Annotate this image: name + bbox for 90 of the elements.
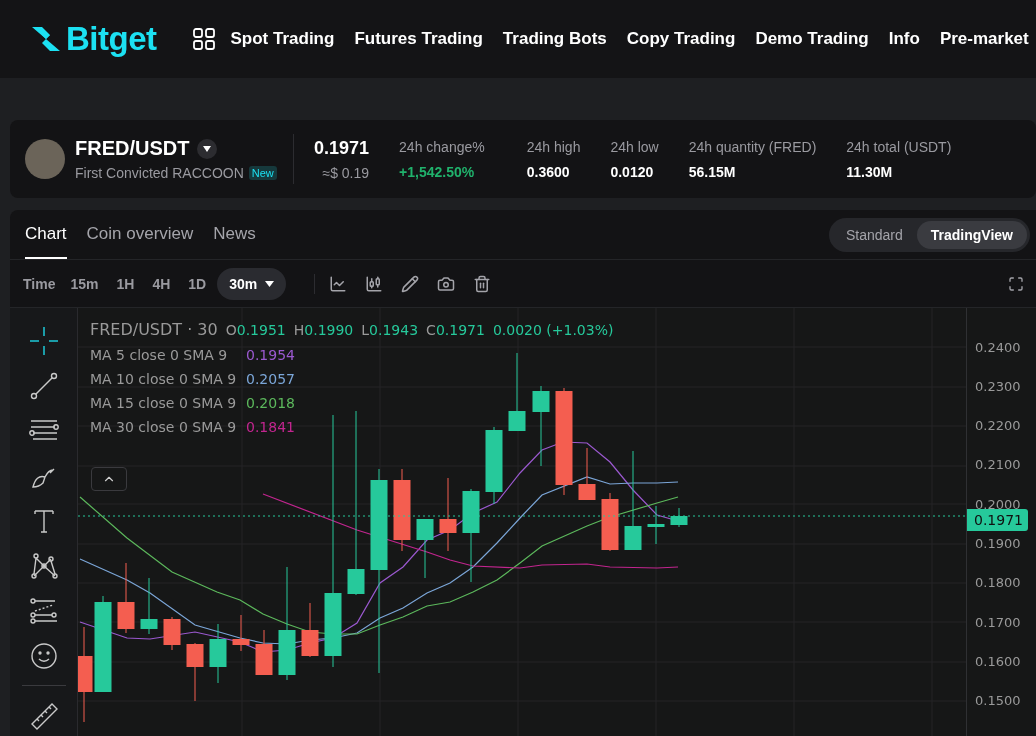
candlestick (117, 562, 135, 634)
last-price-tag: 0.1971 (967, 509, 1028, 531)
interval-label: Time (23, 275, 56, 292)
candlestick (601, 492, 619, 552)
ohlc-value: C0.1971 (426, 322, 485, 338)
nav-link[interactable]: Copy Trading (626, 29, 736, 49)
price-tick: 0.1600 (975, 653, 1022, 670)
fibonacci-icon (28, 595, 59, 626)
nav-link[interactable]: Spot Trading (230, 29, 335, 49)
price-tick: 0.1800 (975, 574, 1022, 591)
interval-option[interactable]: 15m (63, 269, 106, 298)
stat-value: +1,542.50% (399, 163, 476, 180)
price-tick: 0.2300 (975, 378, 1022, 395)
price-tick: 0.2200 (975, 417, 1022, 434)
indicator-value: 0.2018 (246, 395, 295, 411)
usd-price: ≈$ 0.19 (322, 164, 370, 181)
panel-tab[interactable]: Coin overview (86, 210, 194, 259)
stat-value: 0.0120 (610, 163, 655, 180)
avatar-photo-placeholder (25, 139, 65, 179)
indicator-value: 0.1841 (246, 419, 295, 435)
indicator-label: MA 10 close 0 SMA 9 (90, 371, 236, 387)
ohlc-value: O0.1951 (225, 322, 286, 338)
nav-link[interactable]: Info (888, 29, 920, 49)
view-option[interactable]: Standard (831, 220, 917, 249)
nav-link[interactable]: Pre-market (939, 29, 1029, 49)
stat-label: 24h change% (399, 138, 485, 155)
candlestick (232, 614, 250, 652)
interval-option[interactable]: 1D (181, 269, 214, 298)
interval-option[interactable]: 4H (145, 269, 178, 298)
coin-name: First Convicted RACCOON (75, 165, 244, 181)
stat-label: 24h quantity (FRED) (688, 138, 817, 155)
nav-link[interactable]: Demo Trading (755, 29, 869, 49)
apps-grid-icon[interactable] (192, 28, 215, 50)
new-badge: New (248, 166, 277, 180)
last-price: 0.1971 (314, 137, 370, 159)
indicator-value: 0.1954 (246, 347, 295, 363)
interval-dropdown[interactable]: 30m (217, 267, 287, 300)
candlestick-button[interactable] (365, 274, 384, 293)
caret-icon (265, 280, 275, 287)
drawing-tool-button[interactable] (27, 325, 60, 356)
candlestick (140, 577, 158, 635)
price-tick: 0.2100 (975, 456, 1022, 473)
indicator-value: 0.2057 (246, 371, 295, 387)
nav-link[interactable]: Futures Trading (354, 29, 483, 49)
stat-label: 24h high (526, 138, 581, 155)
stat-label: 24h total (USDT) (846, 138, 952, 155)
candlestick (647, 505, 665, 545)
trash-button[interactable] (473, 274, 492, 293)
pair-name: FRED/USDT (75, 137, 190, 160)
trend-line-icon (28, 370, 59, 401)
candlestick (670, 507, 688, 528)
stat-value: 11.30M (846, 163, 894, 180)
nav-link[interactable]: Trading Bots (502, 29, 607, 49)
candlestick (301, 602, 319, 658)
candlestick (163, 616, 181, 651)
price-tick: 0.1900 (975, 535, 1022, 552)
interval-option[interactable]: 1H (109, 269, 142, 298)
price-change: 0.0020 (+1.03%) (492, 322, 614, 338)
logo-chevrons-icon (30, 24, 62, 54)
caret-icon (203, 145, 212, 152)
camera-button[interactable] (437, 274, 456, 293)
candlestick (209, 623, 227, 684)
candlestick (416, 518, 434, 579)
chart-symbol: FRED/USDT · 30 (90, 320, 218, 339)
ohlc-value: L0.1943 (361, 322, 419, 338)
candlestick (255, 629, 273, 676)
crosshair-icon (28, 325, 59, 356)
price-tick: 0.2400 (975, 339, 1022, 355)
pair-dropdown-button[interactable] (197, 138, 218, 159)
candlestick (186, 642, 204, 702)
price-tick: 0.1500 (975, 692, 1022, 709)
logo[interactable]: Bitget (66, 20, 157, 58)
indicator-label: MA 15 close 0 SMA 9 (90, 395, 236, 411)
line-chart-button[interactable] (329, 274, 348, 293)
stat-value: 0.3600 (526, 163, 571, 180)
smiley-icon (28, 640, 59, 671)
drawing-tool-button[interactable] (27, 595, 60, 626)
stat-label: 24h low (610, 138, 659, 155)
panel-tab[interactable]: Chart (25, 210, 67, 259)
indicator-label: MA 30 close 0 SMA 9 (90, 419, 236, 435)
candlestick (578, 447, 596, 501)
pattern-icon (28, 550, 59, 581)
ohlc-value: H0.1990 (293, 322, 354, 338)
view-option[interactable]: TradingView (916, 220, 1027, 249)
stat-value: 56.15M (688, 163, 737, 180)
panel-tab[interactable]: News (213, 210, 256, 259)
price-tick: 0.1700 (975, 614, 1022, 631)
fullscreen-button[interactable] (1008, 275, 1024, 292)
indicator-label: MA 5 close 0 SMA 9 (90, 347, 229, 363)
pencil-button[interactable] (401, 274, 420, 293)
